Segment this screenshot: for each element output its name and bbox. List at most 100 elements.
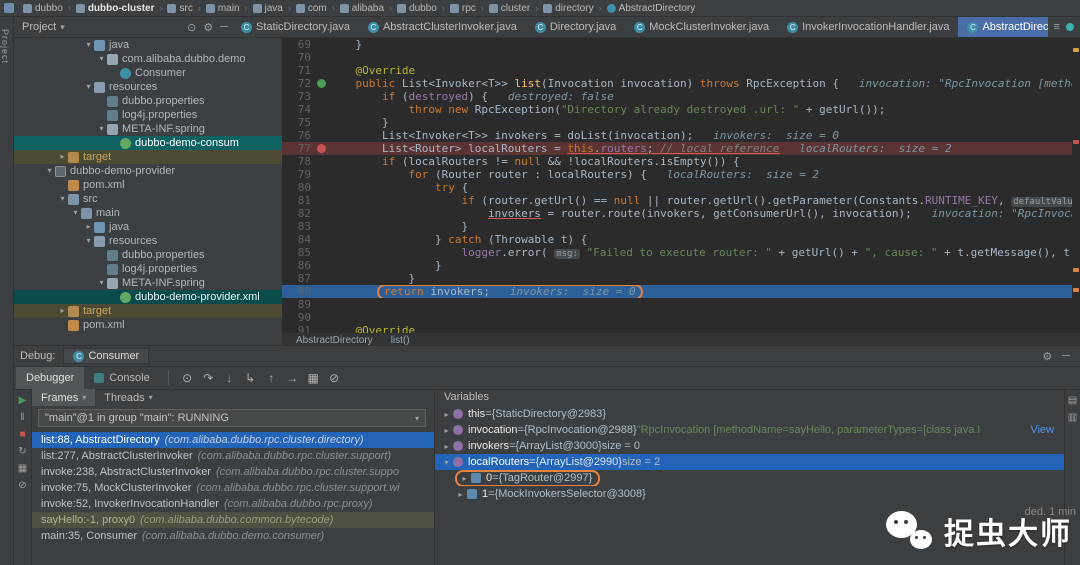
variable-row[interactable]: ▸ invokers = {ArrayList@3000} size = 0 bbox=[435, 438, 1064, 454]
breadcrumb-item[interactable]: dubbo bbox=[19, 3, 67, 14]
pause-program-icon[interactable]: ‖ bbox=[14, 413, 31, 423]
line-number[interactable]: 72 bbox=[282, 77, 316, 90]
editor-tab[interactable]: C InvokerInvocationHandler.java bbox=[778, 17, 958, 37]
tree-item[interactable]: ▸ target bbox=[14, 304, 282, 318]
tree-item[interactable]: ▾ resources bbox=[14, 80, 282, 94]
code-line[interactable]: 90 bbox=[282, 311, 1080, 324]
tree-item[interactable]: log4j.properties bbox=[14, 108, 282, 122]
code-line[interactable]: 78 if (localRouters != null && !localRou… bbox=[282, 155, 1080, 168]
line-number[interactable]: 89 bbox=[282, 298, 316, 311]
tree-item[interactable]: ▾ java bbox=[14, 38, 282, 52]
tree-item[interactable]: pom.xml bbox=[14, 318, 282, 332]
tree-item[interactable]: dubbo-demo-consum bbox=[14, 136, 282, 150]
tree-toggle-icon[interactable]: ▾ bbox=[96, 52, 107, 66]
breadcrumb-item[interactable]: directory bbox=[539, 3, 597, 14]
tree-toggle-icon[interactable]: ▾ bbox=[83, 80, 94, 94]
line-number[interactable]: 71 bbox=[282, 64, 316, 77]
code-line[interactable]: 83 } bbox=[282, 220, 1080, 233]
side-toolbar-bottom-icon[interactable]: ▥ bbox=[1065, 412, 1080, 423]
code-line[interactable]: 81 if (router.getUrl() == null || router… bbox=[282, 194, 1080, 207]
code-line[interactable]: 73 if (destroyed) { destroyed: false bbox=[282, 90, 1080, 103]
code-line[interactable]: 80 try { bbox=[282, 181, 1080, 194]
line-number[interactable]: 86 bbox=[282, 259, 316, 272]
thread-selector[interactable]: "main"@1 in group "main": RUNNING ▾ bbox=[38, 409, 426, 427]
breadcrumb-item[interactable]: dubbo bbox=[393, 3, 441, 14]
tree-item[interactable]: dubbo.properties bbox=[14, 94, 282, 108]
view-breakpoints-icon[interactable]: ▦ bbox=[303, 369, 324, 387]
line-number[interactable]: 81 bbox=[282, 194, 316, 207]
step-over-icon[interactable]: ↷ bbox=[198, 369, 219, 387]
line-number[interactable]: 88 bbox=[282, 285, 316, 298]
variable-row[interactable]: ▸ this = {StaticDirectory@2983} bbox=[435, 406, 1064, 422]
mute-breakpoints-icon[interactable]: ⊘ bbox=[324, 369, 345, 387]
breadcrumb-item[interactable]: AbstractDirectory bbox=[603, 3, 700, 14]
expand-toggle-icon[interactable]: ▸ bbox=[455, 490, 466, 499]
line-number[interactable]: 90 bbox=[282, 311, 316, 324]
code-line[interactable]: 69 } bbox=[282, 38, 1080, 51]
tree-item[interactable]: ▾ src bbox=[14, 192, 282, 206]
window-icon[interactable] bbox=[4, 3, 14, 13]
editor-tab[interactable]: C AbstractClusterInvoker.java bbox=[359, 17, 526, 37]
stack-frame[interactable]: invoke:52, InvokerInvocationHandler (com.… bbox=[32, 496, 434, 512]
line-number[interactable]: 82 bbox=[282, 207, 316, 220]
tree-toggle-icon[interactable]: ▾ bbox=[96, 122, 107, 136]
variable-row[interactable]: ▾ localRouters = {ArrayList@2990} size = … bbox=[435, 454, 1064, 470]
stack-frame[interactable]: invoke:238, AbstractClusterInvoker (com.a… bbox=[32, 464, 434, 480]
stack-frame[interactable]: main:35, Consumer (com.alibaba.dubbo.demo… bbox=[32, 528, 434, 544]
breadcrumb-item[interactable]: cluster bbox=[485, 3, 534, 14]
tree-item[interactable]: dubbo.properties bbox=[14, 248, 282, 262]
tree-item[interactable]: Consumer bbox=[14, 66, 282, 80]
expand-toggle-icon[interactable]: ▸ bbox=[441, 426, 452, 435]
editor-tabs-menu-icon[interactable]: ≡ bbox=[1054, 21, 1060, 33]
step-into-icon[interactable]: ↓ bbox=[219, 369, 240, 387]
breadcrumb-item[interactable]: dubbo-cluster bbox=[72, 3, 159, 14]
tree-item[interactable]: dubbo-demo-provider.xml bbox=[14, 290, 282, 304]
code-line[interactable]: 71 @Override bbox=[282, 64, 1080, 77]
tree-toggle-icon[interactable]: ▸ bbox=[57, 150, 68, 164]
variable-row[interactable]: ▸ invocation = {RpcInvocation@2988} "RpcI… bbox=[435, 422, 1064, 438]
tree-toggle-icon[interactable]: ▾ bbox=[83, 38, 94, 52]
view-breakpoints-icon[interactable]: ▦ bbox=[14, 464, 31, 474]
rerun-program-icon[interactable]: ↻ bbox=[14, 447, 31, 457]
variable-row[interactable]: ▸ 1 = {MockInvokersSelector@3008} bbox=[435, 486, 1064, 502]
step-out-icon[interactable]: ↑ bbox=[261, 369, 282, 387]
code-line[interactable]: 85 logger.error( msg: "Failed to execute… bbox=[282, 246, 1080, 259]
mute-breakpoints-icon[interactable]: ⊘ bbox=[14, 481, 31, 491]
code-line[interactable]: 91 @Override bbox=[282, 324, 1080, 333]
tree-toggle-icon[interactable]: ▾ bbox=[44, 164, 55, 178]
expand-toggle-icon[interactable]: ▾ bbox=[441, 458, 452, 467]
breadcrumb-item[interactable]: rpc bbox=[446, 3, 480, 14]
editor-tab[interactable]: C StaticDirectory.java bbox=[232, 17, 359, 37]
tab-frames[interactable]: Frames ▾ bbox=[32, 389, 96, 406]
code-line[interactable]: 86 } bbox=[282, 259, 1080, 272]
line-number[interactable]: 80 bbox=[282, 181, 316, 194]
tree-toggle-icon[interactable]: ▾ bbox=[57, 192, 68, 206]
line-number[interactable]: 69 bbox=[282, 38, 316, 51]
line-number[interactable]: 75 bbox=[282, 116, 316, 129]
tree-item[interactable]: pom.xml bbox=[14, 178, 282, 192]
line-number[interactable]: 73 bbox=[282, 90, 316, 103]
line-number[interactable]: 85 bbox=[282, 246, 316, 259]
code-line[interactable]: 77 List<Router> localRouters = this.rout… bbox=[282, 142, 1080, 155]
line-number[interactable]: 77 bbox=[282, 142, 316, 155]
tree-item[interactable]: ▾ dubbo-demo-provider bbox=[14, 164, 282, 178]
tree-toggle-icon[interactable]: ▾ bbox=[83, 234, 94, 248]
tree-toggle-icon[interactable]: ▾ bbox=[96, 276, 107, 290]
code-line[interactable]: 79 for (Router router : localRouters) { … bbox=[282, 168, 1080, 181]
locate-file-icon[interactable]: ⊙ bbox=[187, 21, 196, 34]
line-number[interactable]: 78 bbox=[282, 155, 316, 168]
code-line[interactable]: 76 List<Invoker<T>> invokers = doList(in… bbox=[282, 129, 1080, 142]
expand-toggle-icon[interactable]: ▸ bbox=[459, 474, 470, 483]
breakpoint-icon[interactable] bbox=[316, 142, 329, 155]
tree-item[interactable]: ▾ META-INF.spring bbox=[14, 122, 282, 136]
code-line[interactable]: 82 invokers = router.route(invokers, get… bbox=[282, 207, 1080, 220]
settings-icon[interactable]: ⚙ bbox=[203, 21, 213, 34]
code-line[interactable]: 84 } catch (Throwable t) { bbox=[282, 233, 1080, 246]
breadcrumb-item[interactable]: alibaba bbox=[336, 3, 388, 14]
tree-item[interactable]: ▸ target bbox=[14, 150, 282, 164]
stop-program-icon[interactable]: ■ bbox=[14, 430, 31, 440]
line-number[interactable]: 76 bbox=[282, 129, 316, 142]
line-number[interactable]: 79 bbox=[282, 168, 316, 181]
tree-item[interactable]: ▾ main bbox=[14, 206, 282, 220]
editor-stripe[interactable] bbox=[1072, 38, 1080, 333]
